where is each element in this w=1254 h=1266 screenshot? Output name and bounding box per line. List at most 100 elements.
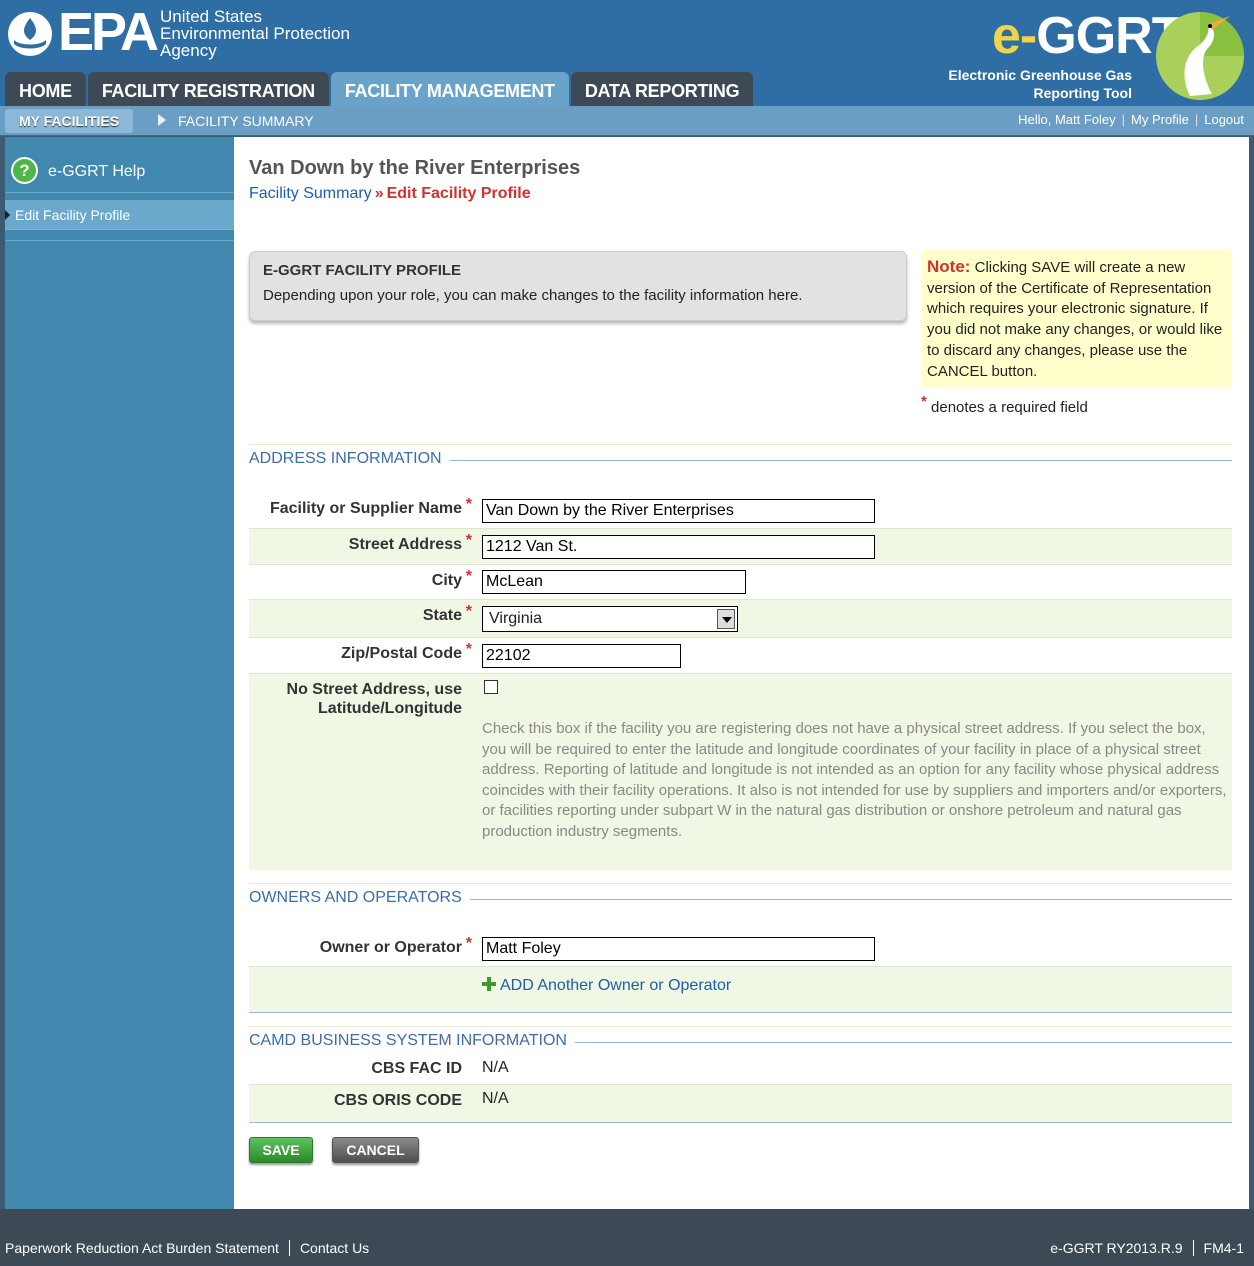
city-label: City * (431, 568, 472, 590)
breadcrumb: Facility Summary» Edit Facility Profile (249, 185, 531, 203)
facility-name-input[interactable]: Van Down by the River Enterprises (482, 499, 875, 523)
section-top-line (249, 444, 1232, 445)
cancel-button[interactable]: CANCEL (332, 1137, 419, 1163)
save-button[interactable]: SAVE (249, 1137, 313, 1163)
facility-name-label-text: Facility or Supplier Name (269, 500, 462, 517)
contact-us-link[interactable]: Contact Us (300, 1240, 369, 1256)
logout-link[interactable]: Logout (1204, 112, 1244, 127)
site-footer: Paperwork Reduction Act Burden Statement… (0, 1209, 1254, 1266)
owner-row: Owner or Operator * Matt Foley (249, 929, 1232, 967)
street-address-label: Street Address * (348, 532, 472, 554)
required-asterisk: * (465, 532, 472, 549)
breadcrumb-separator: » (374, 185, 384, 202)
dropdown-arrow-icon[interactable] (717, 609, 735, 629)
zip-input[interactable]: 22102 (482, 644, 681, 668)
user-greeting: Hello, Matt Foley (1018, 112, 1116, 127)
epa-agency-line: Agency (160, 41, 217, 60)
state-row: State * Virginia (249, 600, 1232, 638)
plus-icon (482, 977, 496, 991)
owners-section: OWNERS AND OPERATORS Owner or Operator * … (249, 883, 1232, 1013)
profile-box-title: E-GGRT FACILITY PROFILE (263, 262, 462, 279)
cbs-oris-value: N/A (482, 1090, 509, 1107)
city-label-text: City (431, 572, 462, 589)
state-label-text: State (422, 607, 462, 624)
note-box: Note: Clicking SAVE will create a new ve… (921, 250, 1231, 387)
footer-separator (288, 1240, 290, 1256)
tab-facility-management[interactable]: FACILITY MANAGEMENT (330, 72, 569, 106)
eggrt-logo: e-GGRT Electronic Greenhouse Gas Reporti… (944, 6, 1244, 104)
owner-label: Owner or Operator * (319, 935, 472, 957)
epa-seal-icon (8, 12, 52, 56)
eggrt-title-prefix: e- (992, 7, 1037, 65)
note-label: Note: (927, 257, 971, 276)
no-street-label-line: Latitude/Longitude (318, 700, 462, 717)
no-street-address-label: No Street Address, use Latitude/Longitud… (287, 680, 462, 718)
camd-section-title: CAMD BUSINESS SYSTEM INFORMATION (249, 1032, 575, 1050)
section-header: CAMD BUSINESS SYSTEM INFORMATION (249, 1026, 1232, 1056)
tab-facility-registration[interactable]: FACILITY REGISTRATION (87, 72, 329, 106)
street-address-label-text: Street Address (348, 536, 462, 553)
owner-input[interactable]: Matt Foley (482, 937, 875, 961)
add-owner-row: ADD Another Owner or Operator (249, 967, 1232, 1013)
eggrt-subtitle-line: Reporting Tool (1033, 85, 1133, 101)
link-separator: | (1121, 112, 1126, 127)
cbs-oris-label: CBS ORIS CODE (333, 1092, 462, 1109)
facility-name-row: Facility or Supplier Name * Van Down by t… (249, 490, 1232, 529)
breadcrumb-facility-summary[interactable]: Facility Summary (249, 185, 372, 202)
owners-section-title: OWNERS AND OPERATORS (249, 889, 470, 907)
owner-label-text: Owner or Operator (319, 939, 462, 956)
user-links: Hello, Matt Foley | My Profile | Logout (1018, 112, 1244, 127)
address-section: ADDRESS INFORMATION Facility or Supplier… (249, 444, 1232, 870)
main-tabs: HOME FACILITY REGISTRATION FACILITY MANA… (5, 72, 754, 106)
required-field-note: * denotes a required field (921, 393, 1088, 416)
footer-version-info: e-GGRT RY2013.R.9 FM4-1 (1050, 1240, 1244, 1256)
state-select[interactable]: Virginia (482, 606, 738, 632)
add-owner-link[interactable]: ADD Another Owner or Operator (482, 977, 731, 995)
epa-agency-line: Environmental Protection (160, 24, 350, 43)
required-asterisk: * (921, 393, 927, 410)
required-note-text: denotes a required field (931, 399, 1088, 416)
help-link[interactable]: ? e-GGRT Help (5, 149, 234, 193)
cbs-oris-row: CBS ORIS CODE N/A (249, 1085, 1232, 1123)
cbs-fac-id-value: N/A (482, 1059, 509, 1076)
breadcrumb-current: Edit Facility Profile (386, 185, 531, 202)
required-asterisk: * (465, 568, 472, 585)
required-asterisk: * (465, 935, 472, 952)
no-street-label-line: No Street Address, use (286, 681, 462, 698)
camd-section: CAMD BUSINESS SYSTEM INFORMATION CBS FAC… (249, 1026, 1232, 1124)
note-text: Clicking SAVE will create a new version … (927, 259, 1223, 380)
profile-box-description: Depending upon your role, you can make c… (263, 287, 803, 304)
page-code: FM4-1 (1203, 1240, 1244, 1256)
my-profile-link[interactable]: My Profile (1131, 112, 1189, 127)
no-street-address-checkbox[interactable] (484, 680, 498, 694)
street-address-input[interactable]: 1212 Van St. (482, 535, 875, 559)
zip-label-text: Zip/Postal Code (341, 645, 462, 662)
paperwork-link[interactable]: Paperwork Reduction Act Burden Statement (5, 1240, 279, 1256)
subnav-facility-summary[interactable]: FACILITY SUMMARY (178, 113, 314, 129)
question-mark-icon: ? (11, 157, 38, 184)
no-street-address-row: No Street Address, use Latitude/Longitud… (249, 674, 1232, 870)
sidebar-divider (5, 240, 234, 241)
main-content: Van Down by the River Enterprises Facili… (234, 137, 1249, 1209)
epa-agency-line: United States (160, 7, 263, 26)
subnav-my-facilities[interactable]: MY FACILITIES (5, 109, 134, 133)
required-asterisk: * (465, 603, 472, 620)
required-asterisk: * (465, 496, 472, 513)
eggrt-subtitle-line: Electronic Greenhouse Gas (948, 67, 1132, 83)
tab-data-reporting[interactable]: DATA REPORTING (570, 72, 754, 106)
footer-separator (1192, 1240, 1194, 1256)
sub-navigation: MY FACILITIES FACILITY SUMMARY Hello, Ma… (0, 106, 1254, 136)
epa-logo[interactable]: EPA United States Environmental Protecti… (6, 2, 366, 62)
epa-letters: EPA (58, 2, 159, 62)
cbs-fac-id-label: CBS FAC ID (371, 1060, 462, 1077)
profile-info-box: E-GGRT FACILITY PROFILE Depending upon y… (249, 251, 907, 321)
tab-home[interactable]: HOME (5, 72, 86, 106)
city-input[interactable]: McLean (482, 570, 746, 594)
section-header: ADDRESS INFORMATION (249, 444, 1232, 474)
help-label: e-GGRT Help (48, 163, 146, 180)
eggrt-subtitle: Electronic Greenhouse Gas Reporting Tool (948, 66, 1132, 102)
page-title: Van Down by the River Enterprises (249, 157, 581, 179)
state-label: State * (422, 603, 472, 625)
sidebar-item-edit-facility-profile[interactable]: Edit Facility Profile (5, 200, 234, 230)
section-header: OWNERS AND OPERATORS (249, 883, 1232, 913)
